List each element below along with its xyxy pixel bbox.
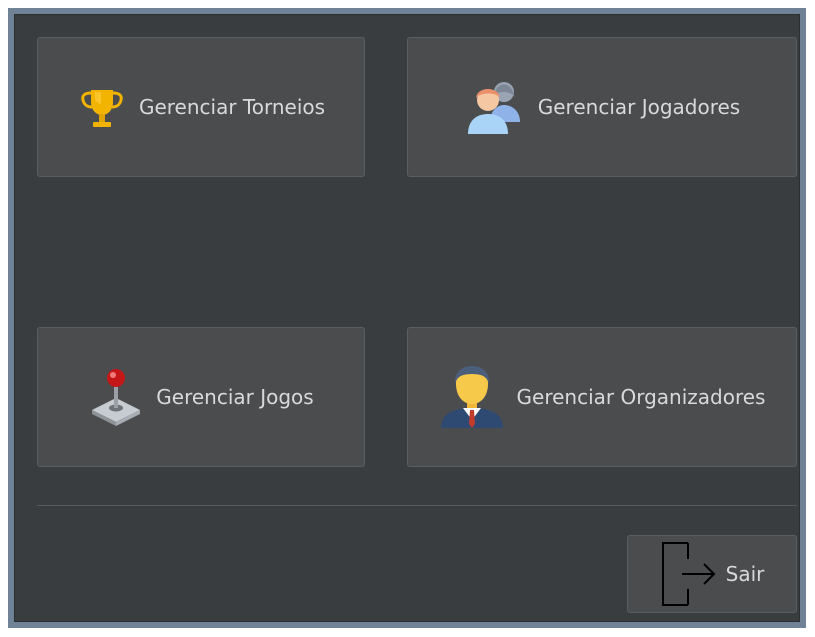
manage-tournaments-button[interactable]: Gerenciar Torneios xyxy=(37,37,365,177)
businessman-icon xyxy=(439,364,505,430)
manage-organizers-label: Gerenciar Organizadores xyxy=(516,385,766,409)
exit-door-icon xyxy=(660,541,718,607)
manage-organizers-button[interactable]: Gerenciar Organizadores xyxy=(407,327,797,467)
manage-games-label: Gerenciar Jogos xyxy=(156,385,314,409)
exit-label: Sair xyxy=(725,562,765,586)
joystick-icon xyxy=(88,366,144,428)
manage-players-button[interactable]: Gerenciar Jogadores xyxy=(407,37,797,177)
exit-button[interactable]: Sair xyxy=(627,535,797,613)
divider xyxy=(37,505,797,506)
main-window: Gerenciar Torneios Gerenciar Jogadores G… xyxy=(8,8,806,628)
users-icon xyxy=(464,78,526,136)
manage-tournaments-label: Gerenciar Torneios xyxy=(138,95,326,119)
main-panel: Gerenciar Torneios Gerenciar Jogadores G… xyxy=(14,14,800,622)
manage-games-button[interactable]: Gerenciar Jogos xyxy=(37,327,365,467)
trophy-icon xyxy=(77,82,127,132)
manage-players-label: Gerenciar Jogadores xyxy=(537,95,741,119)
